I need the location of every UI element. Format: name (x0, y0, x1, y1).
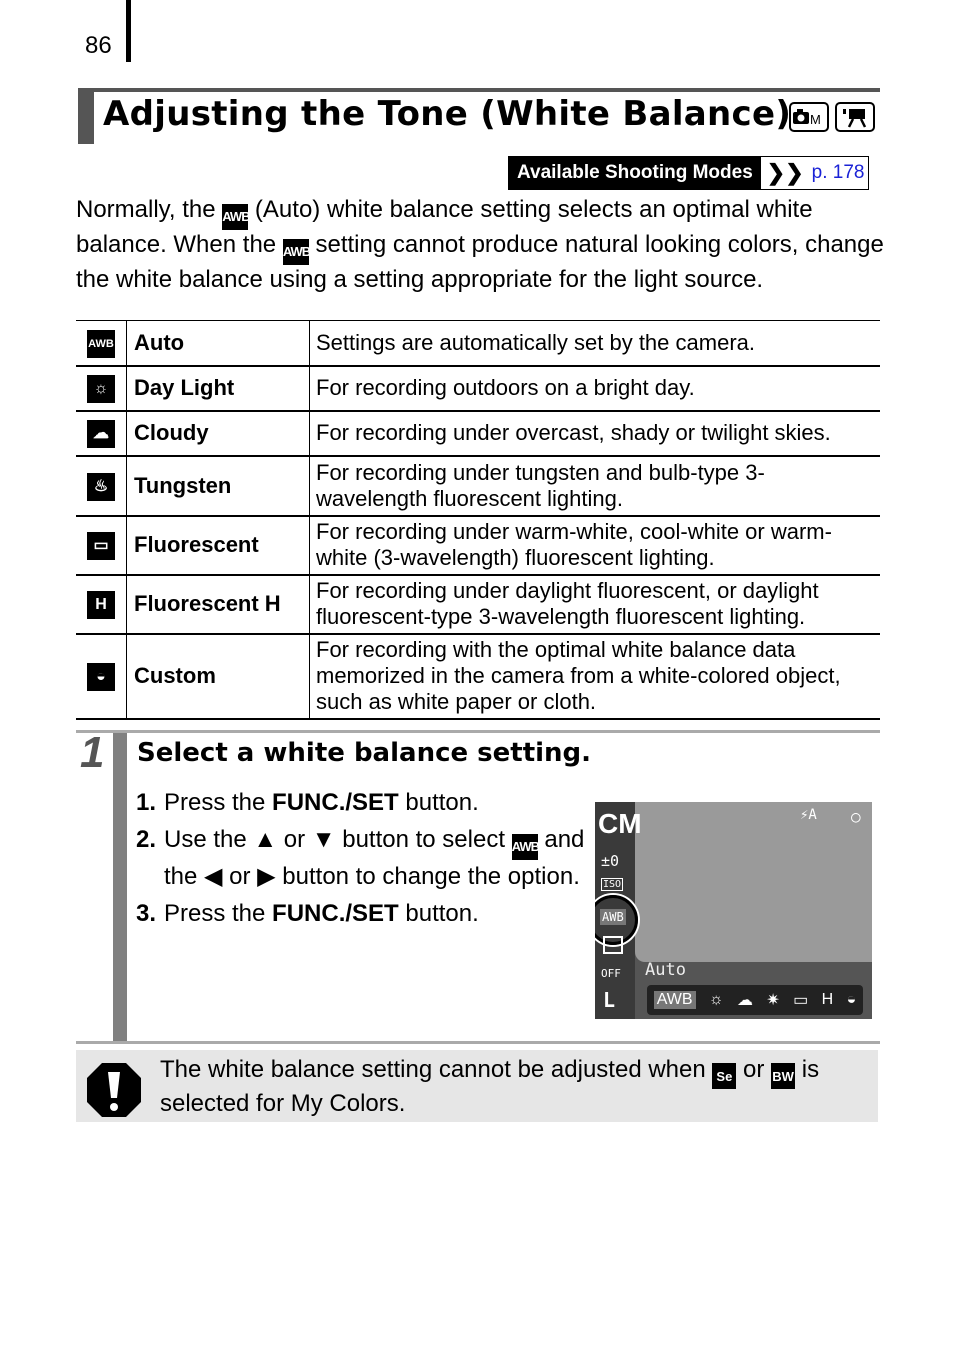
func-set-button-label: FUNC./SET (272, 900, 399, 927)
fluorescent-h-icon: H (87, 591, 115, 619)
table-row: ▭ Fluorescent For recording under warm-w… (76, 515, 880, 576)
table-row: H Fluorescent H For recording under dayl… (76, 574, 880, 635)
setting-name: Fluorescent H (126, 574, 310, 635)
caution-text: The white balance setting cannot be adju… (160, 1056, 820, 1117)
image-size-indicator: L (603, 988, 616, 1012)
setting-name: Tungsten (126, 455, 310, 517)
fluorescent-h-option-icon: H (821, 991, 834, 1008)
table-row: AWB Auto Settings are automatically set … (76, 320, 880, 367)
camera-lcd-screenshot: CM ±0 ISO AWB OFF L ⚡A ○ Auto AWB ☼ ☁ ✷ … (595, 802, 872, 1019)
awb-icon: AWB (87, 330, 115, 359)
setting-name: Fluorescent (126, 515, 310, 576)
shooting-modes-label: Available Shooting Modes (509, 157, 761, 189)
table-row: ☁ Cloudy For recording under overcast, s… (76, 410, 880, 457)
step-top-rule (76, 730, 880, 733)
exposure-indicator: ±0 (601, 852, 620, 870)
daylight-icon: ☼ (87, 375, 115, 403)
page-number: 86 (85, 32, 112, 59)
cloudy-icon: ☁ (87, 420, 115, 448)
svg-text:M: M (810, 112, 821, 127)
step-instructions: 1. Press the FUNC./SET button. 2. Use th… (136, 786, 586, 931)
wb-options-row: AWB ☼ ☁ ✷ ▭ H ◒ (647, 985, 863, 1015)
awb-option-icon: AWB (653, 991, 696, 1009)
setting-description: For recording with the optimal white bal… (309, 633, 880, 720)
setting-description: For recording outdoors on a bright day. (309, 365, 880, 412)
double-chevron-icon: ❯❯ (766, 160, 804, 185)
awb-icon: AWB (511, 834, 540, 860)
instruction-item: 3. Press the FUNC./SET button. (136, 900, 479, 927)
page-reference[interactable]: p. 178 (812, 162, 865, 184)
awb-icon: AWB (222, 204, 251, 230)
shooting-mode-indicator: CM (598, 808, 642, 839)
step-side-bar (113, 733, 127, 1041)
page-number-rule (126, 0, 131, 62)
step-number: 1 (80, 728, 105, 777)
instruction-item: 1. Press the FUNC./SET button. (136, 789, 479, 816)
orientation-icon: ○ (851, 807, 861, 826)
flash-auto-icon: ⚡A (800, 807, 817, 823)
wb-setting-label: Auto (645, 960, 686, 980)
func-set-button-label: FUNC./SET (272, 789, 399, 816)
heading-side-bar (78, 88, 94, 144)
setting-description: For recording under overcast, shady or t… (309, 410, 880, 457)
table-row: ◒ Custom For recording with the optimal … (76, 633, 880, 720)
page-title: Adjusting the Tone (White Balance) (103, 94, 792, 134)
instruction-item: 2. Use the ▲ or ▼ button to select AWB a… (136, 826, 585, 890)
step-bottom-rule (76, 1041, 880, 1044)
setting-description: Settings are automatically set by the ca… (309, 320, 880, 367)
setting-name: Custom (126, 633, 310, 720)
black-white-icon: BW (771, 1063, 796, 1089)
caution-note: The white balance setting cannot be adju… (76, 1050, 878, 1122)
table-row: ☼ Day Light For recording outdoors on a … (76, 365, 880, 412)
tungsten-option-icon: ✷ (766, 992, 780, 1009)
awb-icon: AWB (282, 239, 311, 265)
fluorescent-option-icon: ▭ (793, 992, 809, 1009)
shooting-modes-page-link[interactable]: ❯❯ p. 178 (760, 157, 869, 189)
table-row: ♨ Tungsten For recording under tungsten … (76, 455, 880, 517)
step-title: Select a white balance setting. (137, 738, 592, 768)
intro-paragraph: Normally, the AWB (Auto) white balance s… (76, 196, 884, 293)
camera-viewfinder (635, 802, 872, 962)
custom-icon: ◒ (87, 663, 115, 691)
setting-description: For recording under warm-white, cool-whi… (309, 515, 880, 576)
iso-indicator: ISO (601, 878, 624, 891)
fluorescent-icon: ▭ (87, 532, 115, 560)
section-heading: Adjusting the Tone (White Balance) M (78, 88, 880, 144)
drive-mode-icon (603, 936, 623, 954)
available-shooting-modes: Available Shooting Modes ❯❯ p. 178 (508, 156, 870, 190)
heading-top-rule (78, 88, 880, 92)
setting-name: Auto (126, 320, 310, 367)
movie-mode-icon (835, 102, 875, 132)
setting-description: For recording under daylight fluorescent… (309, 574, 880, 635)
daylight-option-icon: ☼ (708, 991, 724, 1008)
setting-name: Cloudy (126, 410, 310, 457)
my-colors-off-indicator: OFF (601, 967, 621, 980)
setting-description: For recording under tungsten and bulb-ty… (309, 455, 880, 517)
setting-name: Day Light (126, 365, 310, 412)
custom-option-icon: ◒ (846, 991, 857, 1008)
cloudy-option-icon: ☁ (736, 992, 753, 1009)
caution-icon (87, 1063, 141, 1117)
white-balance-table: AWB Auto Settings are automatically set … (76, 320, 880, 720)
tungsten-icon: ♨ (87, 472, 115, 501)
sepia-icon: Se (712, 1063, 737, 1089)
camera-m-mode-icon: M (789, 102, 829, 132)
